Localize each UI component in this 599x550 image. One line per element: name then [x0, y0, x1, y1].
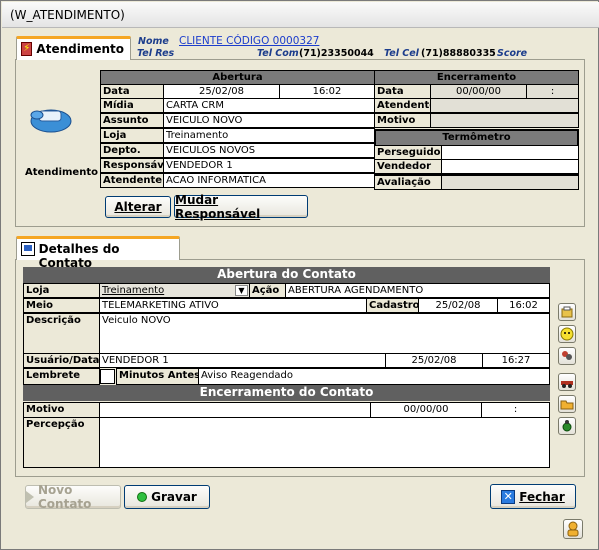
fechar-label: Fechar — [519, 489, 565, 504]
cliente-link[interactable]: CLIENTE CÓDIGO 0000327 — [179, 35, 319, 47]
minutos-label: Minutos Antes — [116, 368, 199, 385]
contato-loja-label: Loja — [23, 283, 100, 298]
descricao-value[interactable]: Veiculo NOVO — [99, 313, 550, 354]
abertura-data-value[interactable]: 25/02/08 — [163, 84, 280, 99]
mudar-label: Mudar Responsável — [175, 192, 261, 221]
enc-motivo-value[interactable] — [430, 113, 579, 128]
depto-label: Depto. — [100, 143, 164, 158]
usuario-label: Usuário/Data — [23, 353, 100, 368]
acao-label: Ação — [249, 283, 286, 298]
abertura-data-label: Data — [100, 84, 164, 99]
encerramento-contato-title: Encerramento do Contato — [23, 385, 550, 401]
enc-contato-date[interactable]: 00/00/00 — [370, 402, 482, 418]
meio-value[interactable]: TELEMARKETING ATIVO — [99, 298, 367, 313]
telcel-value: (71)88880335 — [421, 48, 496, 59]
folder-icon[interactable] — [558, 395, 576, 413]
midia-label: Mídia — [100, 98, 164, 113]
fechar-button[interactable]: ✕ Fechar — [490, 484, 576, 509]
abertura-title: Abertura — [100, 70, 375, 85]
cadastro-label: Cadastro — [366, 298, 419, 313]
tab-atendimento[interactable]: ⚡ Atendimento — [16, 36, 131, 60]
telcom-value: (71)23350044 — [299, 48, 374, 59]
enc-contato-motivo-value[interactable] — [99, 402, 371, 418]
perseguidor-label: Perseguidor — [374, 145, 442, 160]
responsavel-label: Responsável — [100, 158, 164, 173]
window: (W_ATENDIMENTO) ⚡ Atendimento Nome CLIEN… — [0, 0, 599, 550]
enc-data-label: Data — [374, 84, 431, 99]
usuario-date[interactable]: 25/02/08 — [385, 353, 483, 368]
tab-detalhes-label: Detalhes do Contato — [38, 242, 120, 270]
assunto-label: Assunto — [100, 113, 164, 128]
abertura-hora-value[interactable]: 16:02 — [279, 84, 375, 99]
novo-contato-button[interactable]: Novo Contato — [25, 483, 121, 511]
tab-detalhes[interactable]: Detalhes do Contato — [16, 236, 180, 270]
loja-label: Loja — [100, 128, 164, 143]
enc-motivo-label: Motivo — [374, 113, 431, 128]
mudar-responsavel-button[interactable]: Mudar Responsável — [174, 192, 308, 221]
close-icon: ✕ — [501, 489, 516, 504]
enc-atendente-value[interactable] — [430, 98, 579, 113]
lembrete-checkbox[interactable] — [100, 369, 115, 384]
gravar-label: Gravar — [151, 490, 197, 504]
descricao-label: Descrição — [23, 313, 100, 354]
document-icon — [21, 242, 35, 256]
score-label: Score — [497, 48, 528, 59]
depto-value[interactable]: VEICULOS NOVOS — [163, 143, 375, 158]
termometro-title: Termômetro — [376, 131, 577, 145]
green-dot-icon — [137, 492, 148, 502]
enc-contato-time[interactable]: : — [481, 402, 550, 418]
user-icon[interactable] — [563, 519, 583, 539]
meio-label: Meio — [23, 298, 100, 313]
avaliacao-label: Avaliação — [374, 175, 442, 190]
minutos-value[interactable]: Aviso Reagendado — [198, 368, 550, 385]
open-folder-icon[interactable] — [558, 303, 576, 321]
enc-data-value[interactable]: 00/00/00 — [430, 84, 527, 99]
telcel-label: Tel Cel — [384, 48, 419, 59]
atendimento-caption: Atendimento — [25, 167, 98, 178]
avaliacao-value[interactable] — [441, 175, 579, 190]
novo-contato-label: Novo Contato — [38, 483, 92, 511]
acao-value[interactable]: ABERTURA AGENDAMENTO — [285, 283, 550, 298]
percepcao-value[interactable] — [99, 417, 550, 468]
smiley-icon[interactable] — [558, 325, 576, 343]
encerramento-title: Encerramento — [374, 70, 579, 85]
percepcao-label: Percepção — [23, 417, 100, 468]
usuario-time[interactable]: 16:27 — [482, 353, 550, 368]
loja-value[interactable]: Treinamento — [163, 128, 375, 143]
cadastro-date[interactable]: 25/02/08 — [418, 298, 498, 313]
enc-contato-motivo-label: Motivo — [23, 402, 100, 418]
lembrete-label: Lembrete — [23, 368, 100, 385]
window-title: (W_ATENDIMENTO) — [2, 2, 599, 28]
enc-atendente-label: Atendente — [374, 98, 431, 113]
vendedor-value[interactable] — [441, 159, 579, 174]
abertura-contato-title: Abertura do Contato — [23, 267, 550, 283]
contato-loja-select[interactable]: Treinamento ▼ — [99, 283, 250, 298]
atendente-label: Atendente — [100, 173, 164, 188]
play-icon — [26, 491, 34, 503]
gravar-button[interactable]: Gravar — [124, 485, 210, 509]
alterar-label: Alterar — [114, 200, 162, 214]
telres-label: Tel Res — [137, 48, 175, 59]
responsavel-value[interactable]: VENDEDOR 1 — [163, 158, 375, 173]
tab-atendimento-label: Atendimento — [36, 42, 124, 56]
car-icon[interactable] — [558, 373, 576, 391]
telcom-label: Tel Com — [257, 48, 299, 59]
assunto-value[interactable]: VEICULO NOVO — [163, 113, 375, 128]
lightning-icon: ⚡ — [21, 42, 33, 56]
perseguidor-value[interactable] — [441, 145, 579, 160]
midia-value[interactable]: CARTA CRM — [163, 98, 375, 113]
alterar-button[interactable]: Alterar — [105, 196, 171, 218]
nome-label: Nome — [138, 36, 169, 47]
atendente-value[interactable]: ACAO INFORMATICA — [163, 173, 375, 188]
contato-loja-value: Treinamento — [102, 285, 165, 296]
vendedor-label: Vendedor — [374, 159, 442, 174]
chevron-down-icon: ▼ — [235, 285, 248, 296]
cadastro-time[interactable]: 16:02 — [497, 298, 550, 313]
users-icon[interactable] — [558, 347, 576, 365]
phone-icon — [27, 101, 73, 135]
bug-icon[interactable] — [558, 417, 576, 435]
enc-hora-value[interactable]: : — [526, 84, 579, 99]
usuario-value[interactable]: VENDEDOR 1 — [99, 353, 386, 368]
